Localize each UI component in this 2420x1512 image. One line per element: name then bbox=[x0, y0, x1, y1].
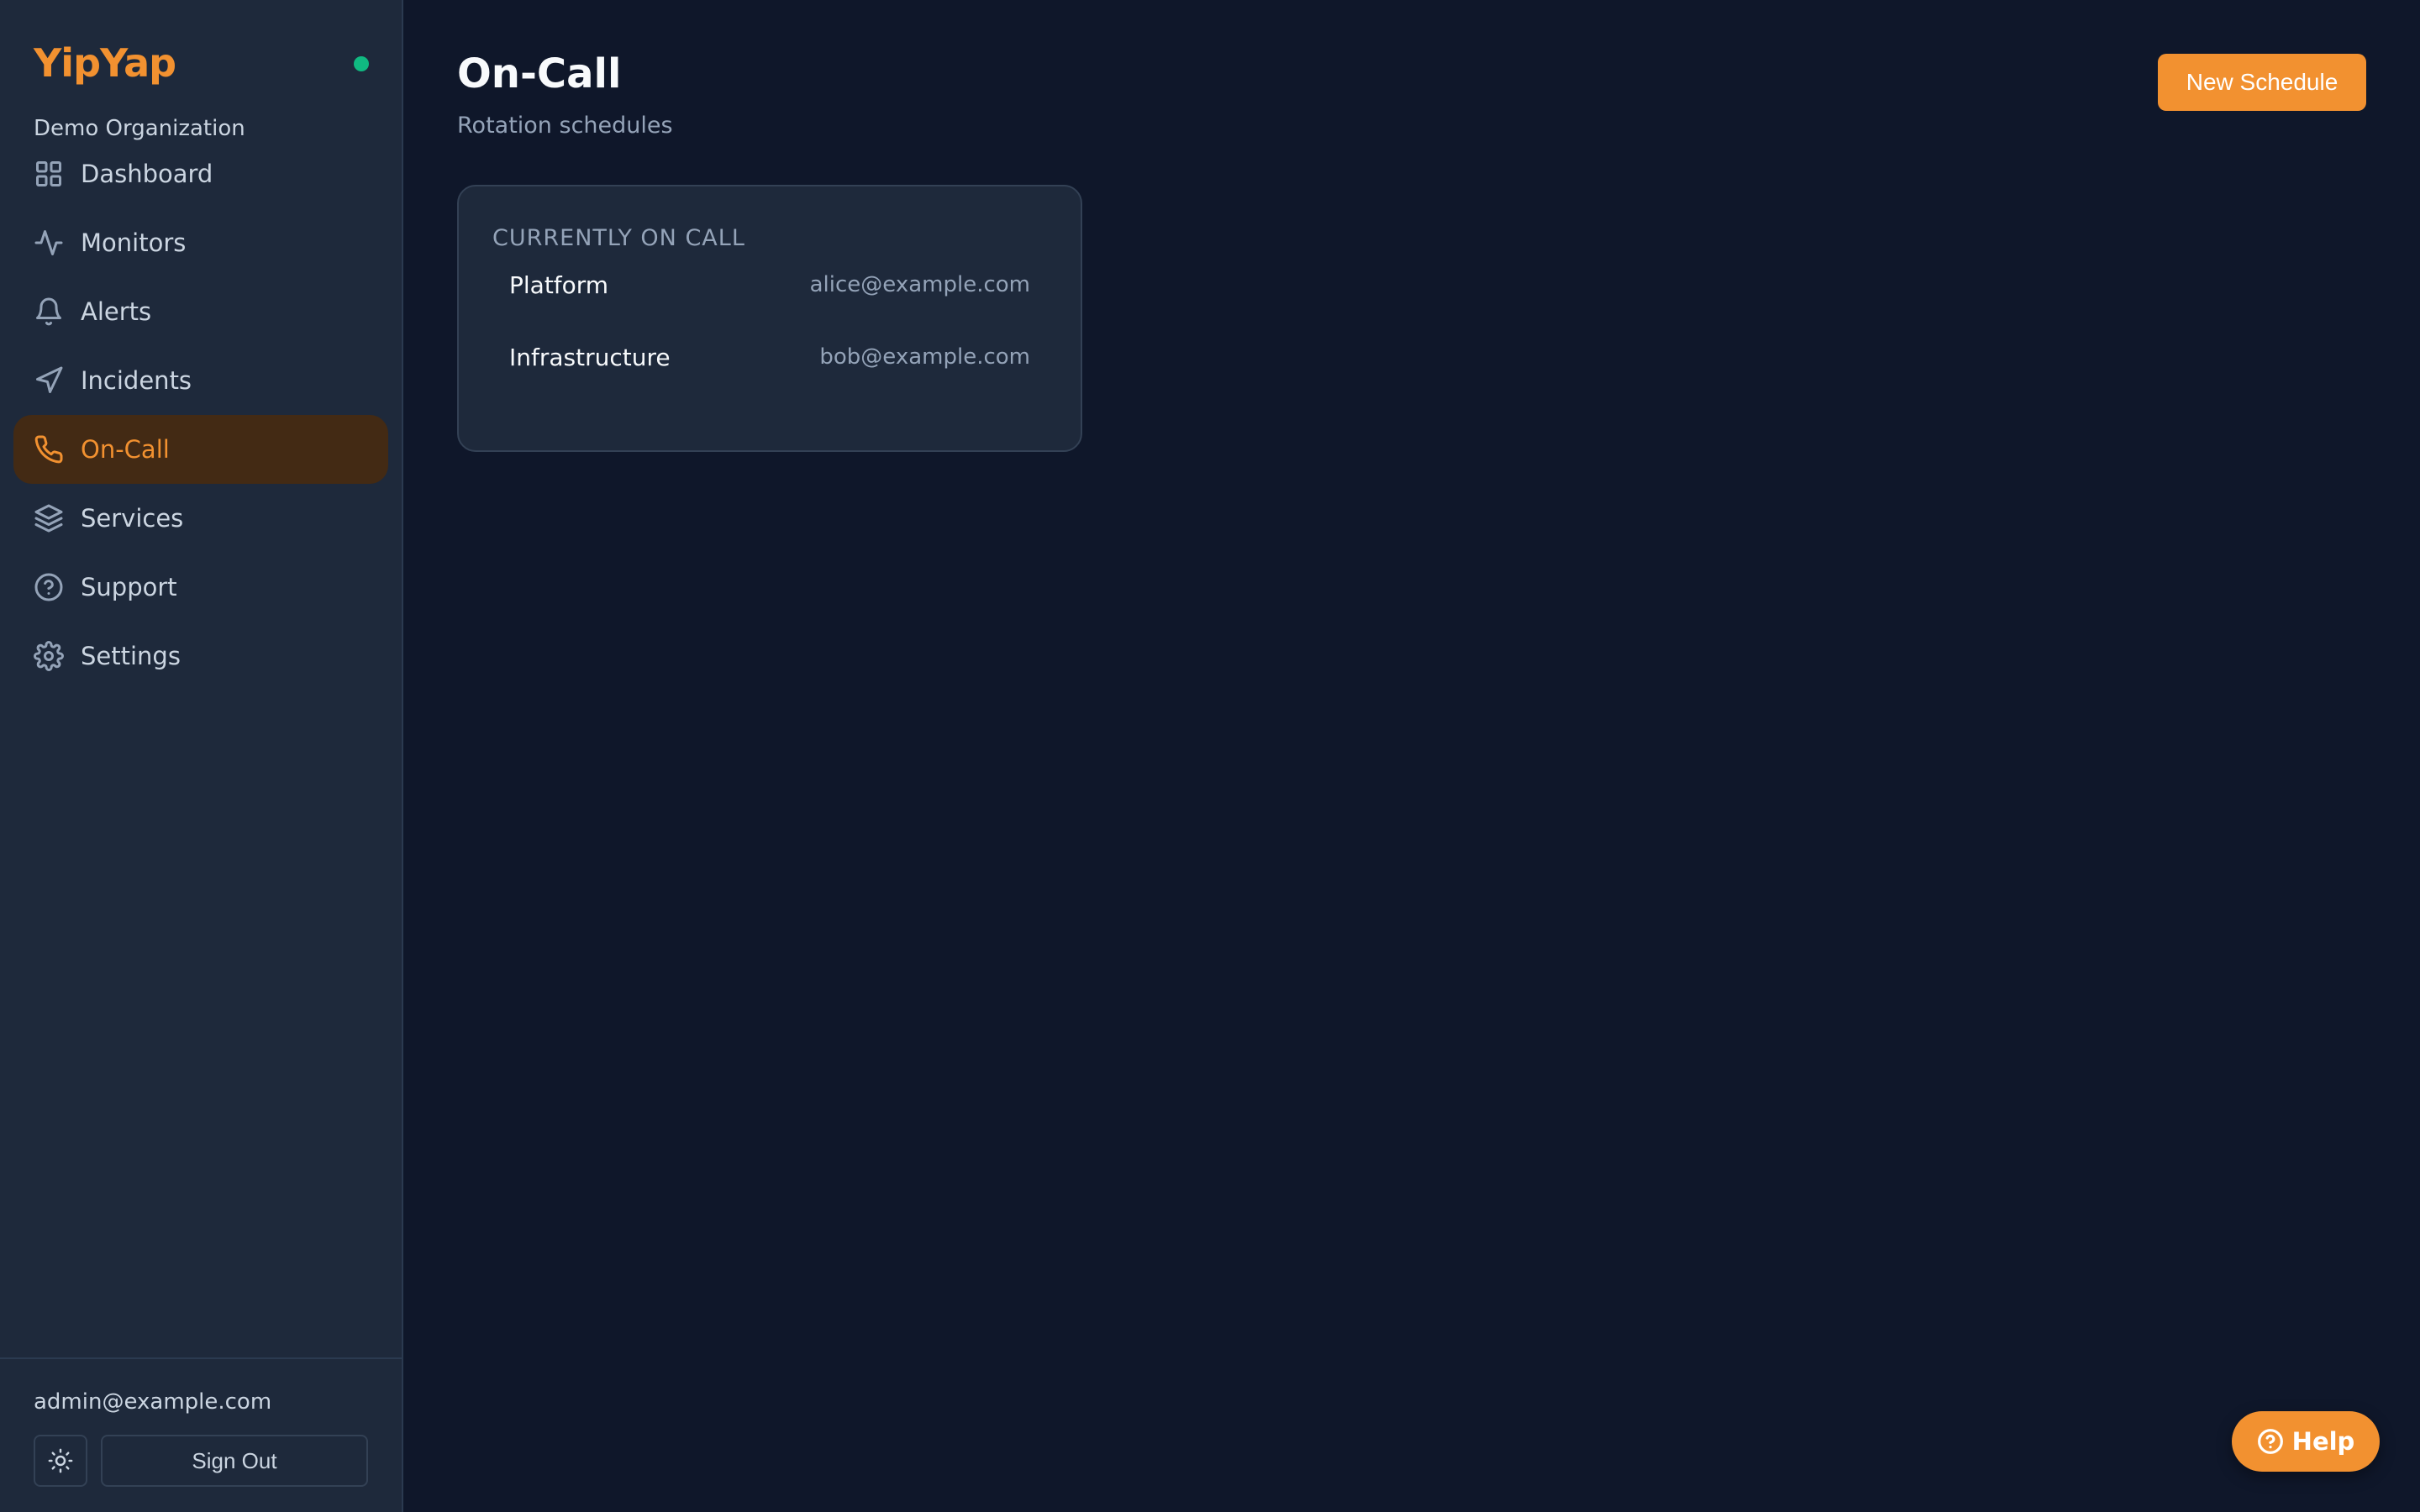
sidebar-item-settings[interactable]: Settings bbox=[13, 622, 388, 690]
sidebar-item-label: Settings bbox=[81, 642, 181, 670]
sidebar-item-monitors[interactable]: Monitors bbox=[13, 208, 388, 277]
sidebar-item-incidents[interactable]: Incidents bbox=[13, 346, 388, 415]
currently-on-call-card: CURRENTLY ON CALL Platform alice@example… bbox=[457, 185, 1082, 452]
list-item: Infrastructure bob@example.com bbox=[509, 336, 1030, 378]
help-label: Help bbox=[2291, 1427, 2355, 1456]
gear-icon bbox=[34, 641, 64, 671]
sidebar-item-label: Dashboard bbox=[81, 160, 213, 188]
send-arrow-icon bbox=[34, 365, 64, 396]
help-circle-icon bbox=[34, 572, 64, 602]
sidebar-item-alerts[interactable]: Alerts bbox=[13, 277, 388, 346]
sidebar-item-label: Monitors bbox=[81, 228, 187, 257]
layers-icon bbox=[34, 503, 64, 533]
phone-icon bbox=[34, 434, 64, 465]
sidebar-item-label: Incidents bbox=[81, 366, 192, 395]
organization-name: Demo Organization bbox=[34, 116, 245, 141]
help-button[interactable]: Help bbox=[2232, 1411, 2380, 1472]
app-root: YipYap Demo Organization Dashboard Monit… bbox=[0, 0, 2420, 1512]
sun-icon bbox=[48, 1448, 73, 1473]
sidebar-item-label: Alerts bbox=[81, 297, 152, 326]
new-schedule-button[interactable]: New Schedule bbox=[2158, 54, 2366, 111]
dashboard-grid-icon bbox=[34, 159, 64, 189]
team-name: Platform bbox=[509, 270, 609, 299]
sidebar: YipYap Demo Organization Dashboard Monit… bbox=[0, 0, 403, 1512]
sidebar-nav: Dashboard Monitors Alerts Incidents On-C… bbox=[13, 139, 388, 690]
sidebar-item-support[interactable]: Support bbox=[13, 553, 388, 622]
sidebar-item-label: Support bbox=[81, 573, 177, 601]
sign-out-button[interactable]: Sign Out bbox=[101, 1435, 368, 1487]
activity-pulse-icon bbox=[34, 228, 64, 258]
brand-logo[interactable]: YipYap bbox=[34, 40, 176, 86]
list-item: Platform alice@example.com bbox=[509, 264, 1030, 306]
sidebar-item-on-call[interactable]: On-Call bbox=[13, 415, 388, 484]
on-call-email: alice@example.com bbox=[809, 272, 1030, 297]
sidebar-footer: admin@example.com Sign Out bbox=[0, 1357, 402, 1512]
team-name: Infrastructure bbox=[509, 343, 671, 371]
page-subtitle: Rotation schedules bbox=[457, 113, 673, 139]
page-title: On-Call bbox=[457, 50, 622, 97]
sidebar-item-services[interactable]: Services bbox=[13, 484, 388, 553]
sidebar-item-dashboard[interactable]: Dashboard bbox=[13, 139, 388, 208]
user-email: admin@example.com bbox=[34, 1389, 272, 1415]
theme-toggle-button[interactable] bbox=[34, 1435, 87, 1487]
card-title: CURRENTLY ON CALL bbox=[492, 225, 745, 251]
sidebar-item-label: On-Call bbox=[81, 435, 170, 464]
on-call-email: bob@example.com bbox=[819, 344, 1030, 370]
bell-icon bbox=[34, 297, 64, 327]
help-circle-icon bbox=[2257, 1429, 2283, 1454]
status-indicator bbox=[354, 56, 369, 71]
sidebar-item-label: Services bbox=[81, 504, 184, 533]
